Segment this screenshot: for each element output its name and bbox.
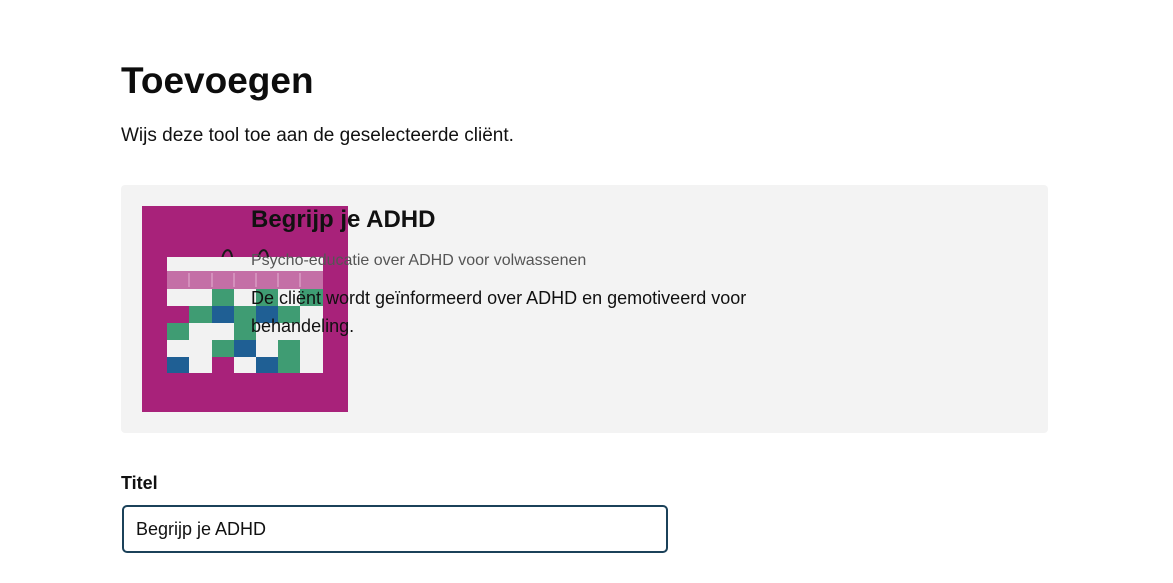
title-field-label: Titel bbox=[121, 473, 158, 493]
tool-description: De cliënt wordt geïnformeerd over ADHD e… bbox=[251, 288, 747, 336]
page: Toevoegen Wijs deze tool toe aan de gese… bbox=[0, 0, 1173, 583]
tool-name: Begrijp je ADHD bbox=[251, 206, 436, 233]
title-input[interactable] bbox=[122, 505, 668, 553]
page-subtitle: Wijs deze tool toe aan de geselecteerde … bbox=[121, 125, 514, 146]
page-title: Toevoegen bbox=[121, 60, 314, 101]
tool-category: Psycho-educatie over ADHD voor volwassen… bbox=[251, 252, 587, 269]
